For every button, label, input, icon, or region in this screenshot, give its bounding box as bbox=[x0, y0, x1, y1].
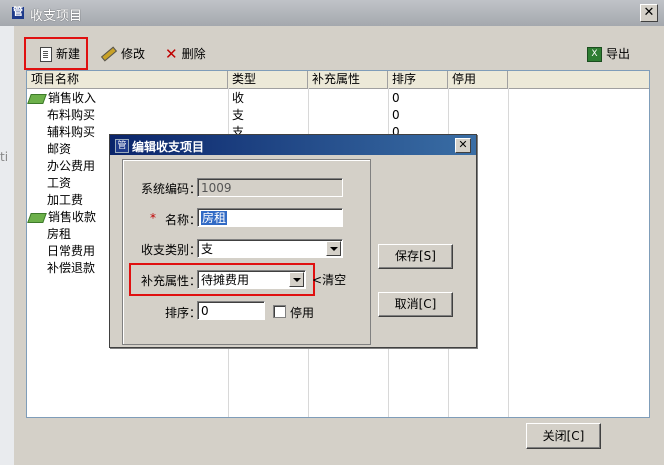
delete-button-label: 删除 bbox=[181, 47, 206, 61]
row-name-text: 日常费用 bbox=[47, 244, 96, 258]
order-field[interactable]: 0 bbox=[197, 301, 265, 320]
save-button[interactable]: 保存[S] bbox=[378, 244, 453, 269]
background-window-text: ti bbox=[0, 150, 9, 164]
row-name-text: 销售收款 bbox=[48, 210, 97, 224]
row-name-cell: 布料购买 bbox=[29, 107, 95, 124]
row-name-text: 邮资 bbox=[47, 142, 72, 156]
delete-button[interactable]: ✕ 删除 bbox=[165, 43, 206, 65]
extra-attribute-select-value: 待摊费用 bbox=[201, 273, 250, 287]
row-name-cell: 加工费 bbox=[29, 192, 83, 209]
app-icon: 管 bbox=[12, 7, 24, 19]
dialog-titlebar: 管 编辑收支项目 ✕ bbox=[110, 135, 476, 155]
column-header-extra[interactable]: 补充属性 bbox=[308, 71, 388, 88]
row-name-cell: 房租 bbox=[29, 226, 71, 243]
table-row[interactable]: 销售收入 收 0 bbox=[27, 90, 649, 107]
category-label: 收支类别： bbox=[140, 243, 201, 257]
row-type-cell: 收 bbox=[232, 91, 245, 105]
row-name-text: 办公费用 bbox=[47, 159, 96, 173]
name-label: 名称： bbox=[164, 213, 201, 227]
row-name-cell: 办公费用 bbox=[29, 158, 95, 175]
row-order-cell: 0 bbox=[392, 108, 400, 122]
row-name-text: 辅料购买 bbox=[47, 125, 96, 139]
disable-checkbox[interactable] bbox=[273, 305, 286, 318]
column-header-type[interactable]: 类型 bbox=[228, 71, 308, 88]
edit-button-label: 修改 bbox=[121, 47, 146, 61]
window-title: 收支项目 bbox=[30, 9, 83, 24]
category-select-value: 支 bbox=[201, 242, 214, 256]
row-name-cell: 邮资 bbox=[29, 141, 71, 158]
leaf-icon bbox=[27, 93, 47, 104]
extra-attribute-label: 补充属性： bbox=[140, 274, 201, 288]
dialog-app-icon: 管 bbox=[115, 139, 129, 153]
new-button[interactable]: 新建 bbox=[40, 43, 80, 65]
pencil-icon bbox=[100, 46, 118, 62]
extra-attribute-select[interactable]: 待摊费用 bbox=[197, 270, 306, 289]
new-button-label: 新建 bbox=[56, 47, 81, 61]
background-window-strip bbox=[0, 26, 14, 465]
name-field[interactable]: 房租 bbox=[197, 208, 343, 227]
row-name-text: 房租 bbox=[47, 227, 72, 241]
row-name-text: 加工费 bbox=[47, 193, 84, 207]
chevron-down-icon[interactable] bbox=[326, 241, 341, 256]
clear-link-label: 清空 bbox=[322, 273, 347, 287]
edit-button[interactable]: 修改 bbox=[100, 43, 146, 65]
code-label: 系统编码： bbox=[140, 182, 201, 196]
row-name-cell: 辅料购买 bbox=[29, 124, 95, 141]
table-row[interactable]: 布料购买 支 0 bbox=[27, 107, 649, 124]
excel-export-icon: X bbox=[587, 46, 602, 62]
disable-checkbox-label: 停用 bbox=[290, 306, 315, 320]
clear-arrow-icon: < bbox=[312, 273, 323, 287]
clear-link[interactable]: <清空 bbox=[312, 271, 346, 288]
row-type-cell: 支 bbox=[232, 108, 245, 122]
row-name-cell: 工资 bbox=[29, 175, 71, 192]
export-button[interactable]: X 导出 bbox=[587, 43, 630, 65]
export-button-label: 导出 bbox=[606, 47, 631, 61]
table-header: 项目名称 类型 补充属性 排序 停用 bbox=[27, 71, 649, 89]
chevron-down-icon[interactable] bbox=[289, 272, 304, 287]
row-name-cell: 销售收款 bbox=[27, 209, 97, 226]
row-name-cell: 销售收入 bbox=[27, 90, 97, 107]
row-name-text: 补偿退款 bbox=[47, 261, 96, 275]
cancel-button[interactable]: 取消[C] bbox=[378, 292, 453, 317]
edit-item-dialog: 管 编辑收支项目 ✕ 系统编码： 1009 * 名称： 房租 收支类别： 支 补… bbox=[109, 134, 477, 348]
delete-x-icon: ✕ bbox=[165, 45, 178, 63]
column-header-name[interactable]: 项目名称 bbox=[27, 71, 228, 88]
code-field: 1009 bbox=[197, 178, 343, 197]
category-select[interactable]: 支 bbox=[197, 239, 343, 258]
column-header-disabled[interactable]: 停用 bbox=[448, 71, 508, 88]
dialog-title: 编辑收支项目 bbox=[132, 140, 205, 154]
window-titlebar bbox=[0, 0, 664, 26]
column-header-order[interactable]: 排序 bbox=[388, 71, 448, 88]
window-close-button[interactable]: ✕ bbox=[640, 4, 658, 22]
row-name-text: 销售收入 bbox=[48, 91, 97, 105]
dialog-close-button[interactable]: ✕ bbox=[455, 138, 471, 153]
new-document-icon bbox=[40, 46, 52, 62]
row-name-cell: 日常费用 bbox=[29, 243, 95, 260]
row-order-cell: 0 bbox=[392, 91, 400, 105]
row-name-cell: 补偿退款 bbox=[29, 260, 95, 277]
order-label: 排序： bbox=[164, 306, 201, 320]
close-button[interactable]: 关闭[C] bbox=[526, 423, 601, 449]
row-name-text: 工资 bbox=[47, 176, 72, 190]
leaf-icon bbox=[27, 212, 47, 223]
name-field-value: 房租 bbox=[201, 211, 228, 225]
row-name-text: 布料购买 bbox=[47, 108, 96, 122]
